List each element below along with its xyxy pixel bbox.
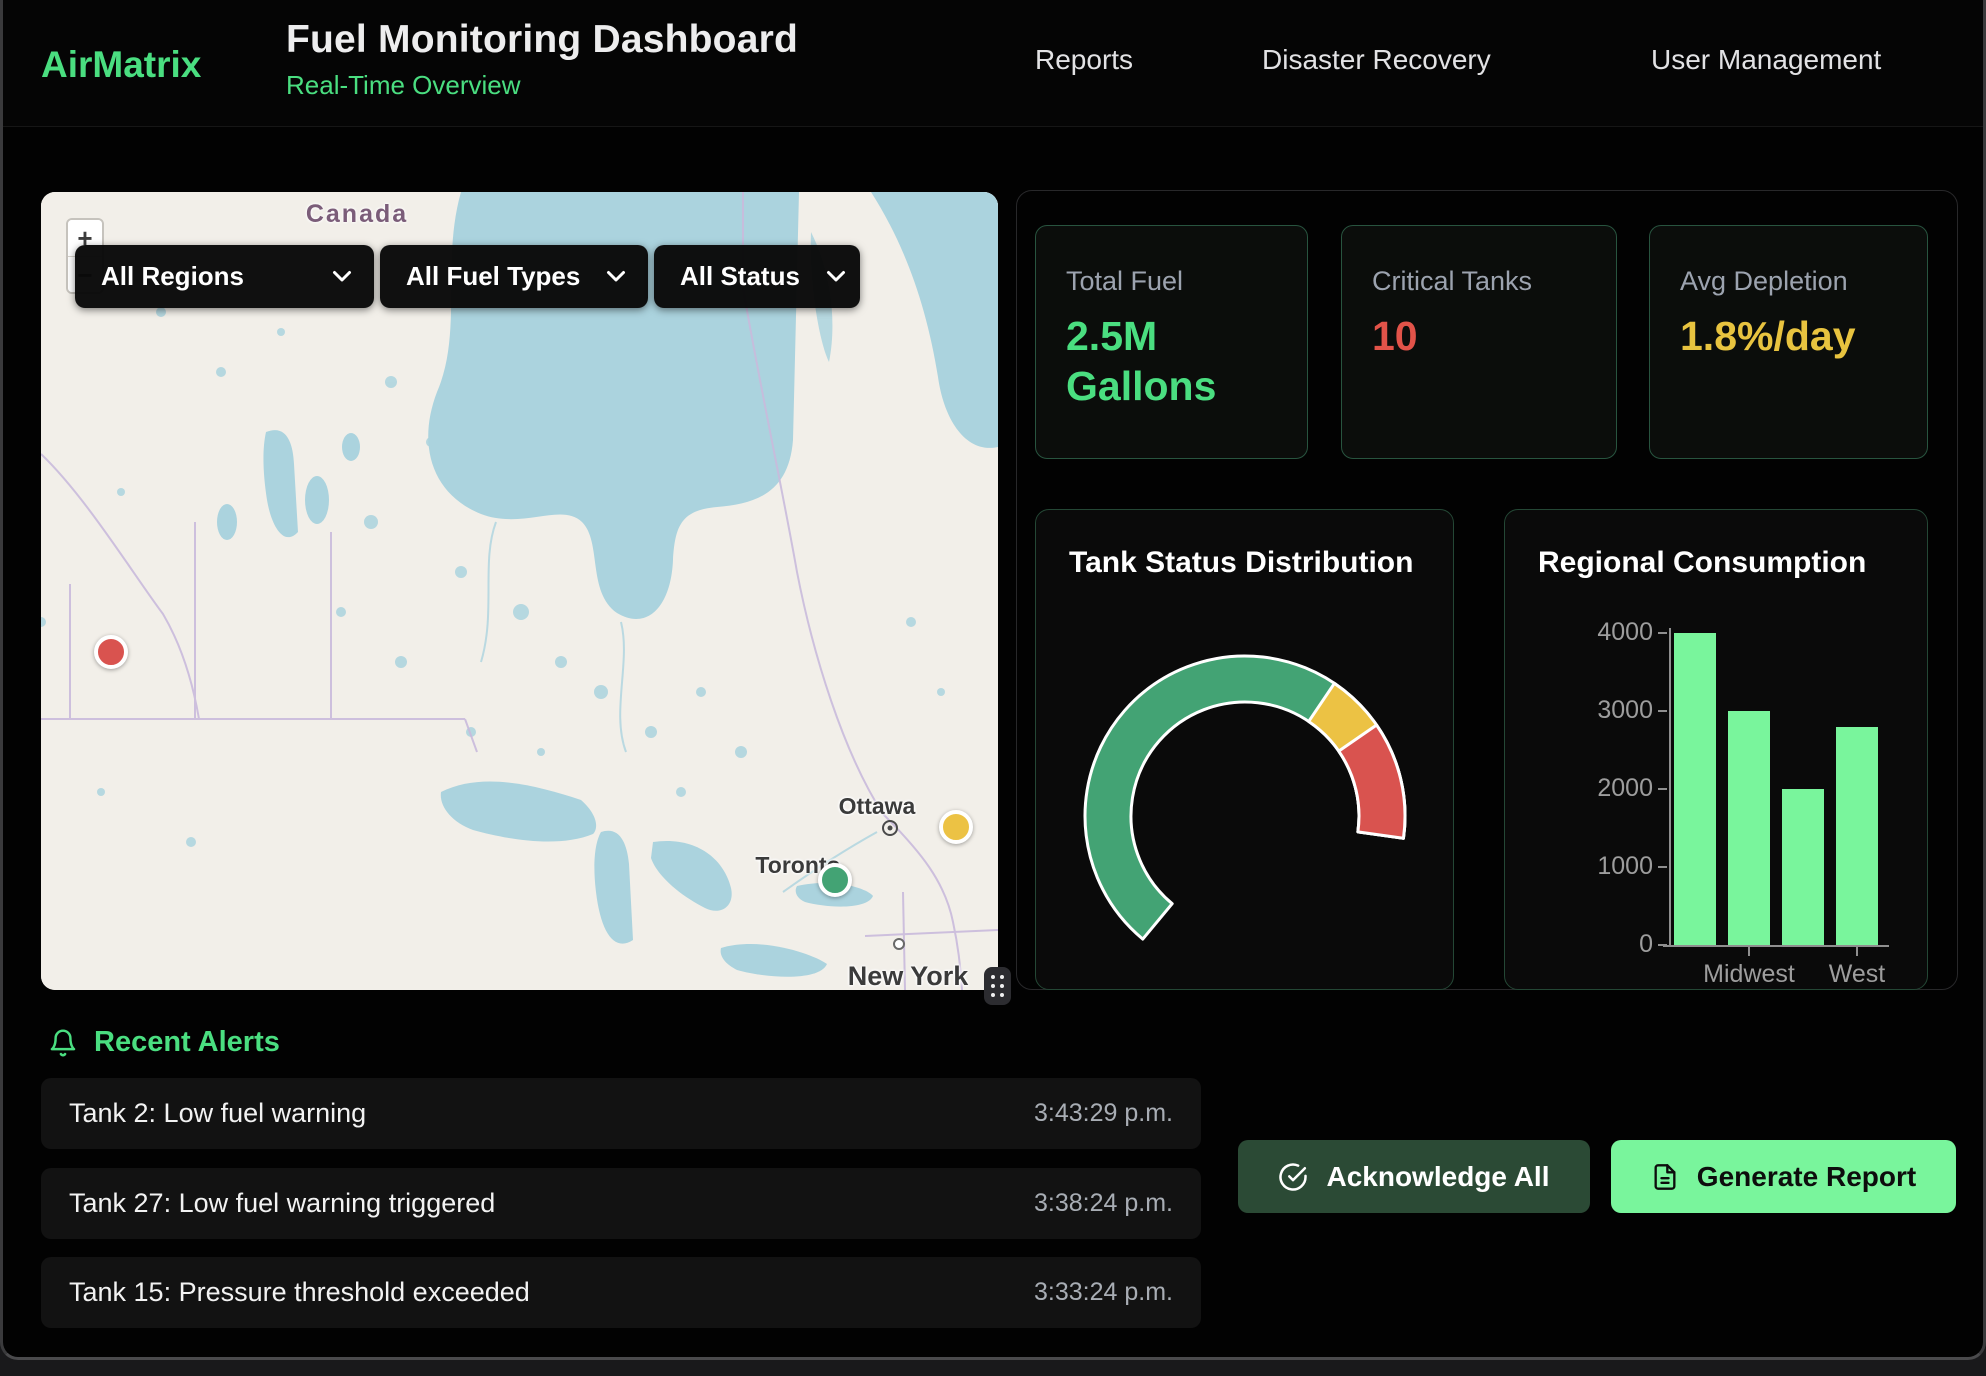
x-axis-tick <box>1856 947 1858 956</box>
app-logo: AirMatrix <box>41 44 201 86</box>
bar-region-3 <box>1782 789 1824 945</box>
regional-consumption-bar-chart: 4000 3000 2000 1000 0 Midwest West <box>1505 510 1927 989</box>
map-label-new-york: New York <box>828 961 988 990</box>
chevron-down-icon <box>606 270 626 283</box>
map-marker-normal[interactable] <box>818 863 852 897</box>
map-canvas: Canada Ottawa Toronto New York <box>41 192 998 990</box>
tank-status-donut-chart <box>1036 650 1455 991</box>
stat-label: Critical Tanks <box>1372 266 1586 297</box>
stat-label: Total Fuel <box>1066 266 1277 297</box>
stat-card-critical-tanks: Critical Tanks 10 <box>1341 225 1617 459</box>
alert-message: Tank 15: Pressure threshold exceeded <box>69 1277 530 1308</box>
page-title: Fuel Monitoring Dashboard <box>286 18 798 62</box>
stat-value: 1.8%/day <box>1680 311 1880 361</box>
nav-user-management[interactable]: User Management <box>1651 44 1881 76</box>
stat-value: 10 <box>1372 311 1572 361</box>
stat-card-total-fuel: Total Fuel 2.5M Gallons <box>1035 225 1308 459</box>
resize-grip-handle[interactable] <box>984 967 1011 1005</box>
map-panel[interactable]: Canada Ottawa Toronto New York + − All R… <box>41 192 998 990</box>
header: AirMatrix Fuel Monitoring Dashboard Real… <box>3 0 1983 127</box>
chevron-down-icon <box>826 270 846 283</box>
alert-message: Tank 27: Low fuel warning triggered <box>69 1188 495 1219</box>
regions-dropdown-value: All Regions <box>101 261 244 292</box>
y-axis-tick <box>1658 710 1667 712</box>
map-filters: All Regions All Fuel Types All Status <box>75 245 860 308</box>
y-axis-line <box>1669 628 1671 947</box>
page-subtitle: Real-Time Overview <box>286 70 798 101</box>
y-axis-tick-label: 3000 <box>1513 696 1653 725</box>
alert-row[interactable]: Tank 2: Low fuel warning 3:43:29 p.m. <box>41 1078 1201 1149</box>
alerts-header: Recent Alerts <box>48 1026 280 1059</box>
status-dropdown-value: All Status <box>680 261 800 292</box>
dashboard-window: AirMatrix Fuel Monitoring Dashboard Real… <box>0 0 1986 1360</box>
chevron-down-icon <box>332 270 352 283</box>
bar-Midwest <box>1728 711 1770 945</box>
map-label-canada: Canada <box>277 200 437 229</box>
map-label-ottawa: Ottawa <box>817 793 937 820</box>
bar-West <box>1836 727 1878 945</box>
x-axis-tick-label: Midwest <box>1703 960 1795 989</box>
alert-timestamp: 3:38:24 p.m. <box>1034 1189 1173 1218</box>
y-axis-tick-label: 0 <box>1513 930 1653 959</box>
alert-timestamp: 3:43:29 p.m. <box>1034 1099 1173 1128</box>
fuel-types-dropdown-value: All Fuel Types <box>406 261 580 292</box>
generate-report-label: Generate Report <box>1697 1161 1916 1193</box>
bar-region-1 <box>1674 633 1716 945</box>
x-axis-tick-label: West <box>1829 960 1886 989</box>
y-axis-tick-label: 1000 <box>1513 852 1653 881</box>
alert-timestamp: 3:33:24 p.m. <box>1034 1278 1173 1307</box>
y-axis-tick <box>1658 866 1667 868</box>
alerts-title: Recent Alerts <box>94 1026 280 1059</box>
alert-row[interactable]: Tank 27: Low fuel warning triggered 3:38… <box>41 1168 1201 1239</box>
nav-reports[interactable]: Reports <box>1035 44 1133 76</box>
stat-label: Avg Depletion <box>1680 266 1897 297</box>
y-axis-tick-label: 4000 <box>1513 618 1653 647</box>
alert-row[interactable]: Tank 15: Pressure threshold exceeded 3:3… <box>41 1257 1201 1328</box>
status-dropdown[interactable]: All Status <box>654 245 860 308</box>
stat-value: 2.5M Gallons <box>1066 311 1266 412</box>
map-marker-warning[interactable] <box>939 810 973 844</box>
tank-status-card: Tank Status Distribution <box>1035 509 1454 990</box>
x-axis-tick <box>1748 947 1750 956</box>
y-axis-tick <box>1658 788 1667 790</box>
y-axis-tick <box>1658 632 1667 634</box>
document-icon <box>1651 1162 1679 1192</box>
regions-dropdown[interactable]: All Regions <box>75 245 374 308</box>
acknowledge-all-button[interactable]: Acknowledge All <box>1238 1140 1590 1213</box>
check-circle-icon <box>1278 1162 1308 1192</box>
donut-chart-title: Tank Status Distribution <box>1069 546 1413 580</box>
nav-disaster-recovery[interactable]: Disaster Recovery <box>1262 44 1491 76</box>
bell-icon <box>48 1027 78 1059</box>
fuel-types-dropdown[interactable]: All Fuel Types <box>380 245 648 308</box>
alert-message: Tank 2: Low fuel warning <box>69 1098 366 1129</box>
regional-consumption-card: Regional Consumption 40003000200010000Mi… <box>1504 509 1928 990</box>
stat-card-avg-depletion: Avg Depletion 1.8%/day <box>1649 225 1928 459</box>
y-axis-tick-label: 2000 <box>1513 774 1653 803</box>
acknowledge-all-label: Acknowledge All <box>1326 1161 1549 1193</box>
generate-report-button[interactable]: Generate Report <box>1611 1140 1956 1213</box>
map-marker-critical[interactable] <box>94 635 128 669</box>
